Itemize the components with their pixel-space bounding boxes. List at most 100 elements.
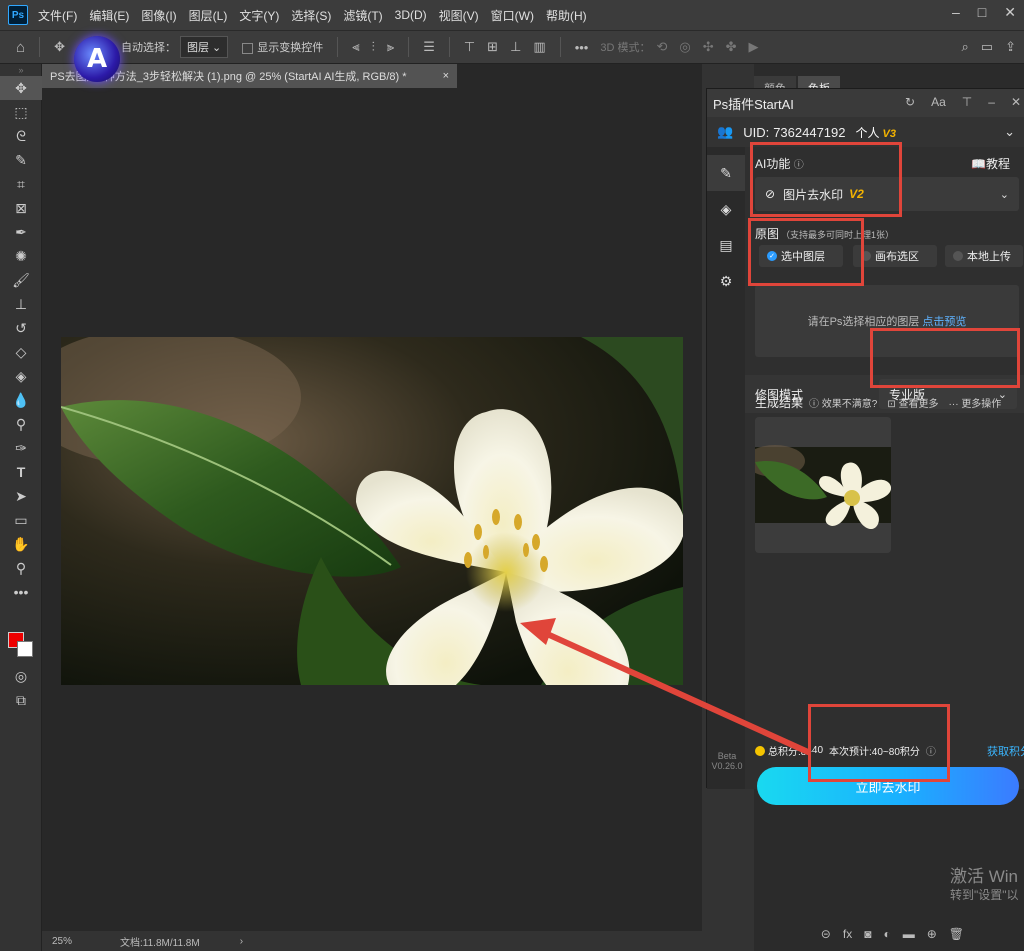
minimize-button[interactable]: – (952, 4, 960, 21)
flower-image[interactable] (61, 337, 683, 685)
menu-image[interactable]: 图像(I) (141, 7, 176, 24)
startai-avatar-icon[interactable]: A (74, 36, 120, 82)
align-top-icon[interactable]: ⊤ (464, 39, 475, 55)
crop-tool-icon[interactable]: ⌗ (0, 172, 42, 196)
menu-window[interactable]: 窗口(W) (491, 7, 534, 24)
move-tool-icon[interactable]: ✥ (0, 76, 42, 100)
3d-slide-icon[interactable]: ✤ (726, 39, 737, 55)
fx-icon[interactable]: fx (843, 927, 852, 941)
edit-toolbar-icon[interactable]: ••• (0, 580, 42, 604)
show-transform-checkbox[interactable]: 显示变换控件 (242, 39, 323, 55)
gear-icon[interactable]: ⚙ (707, 263, 745, 299)
blur-tool-icon[interactable]: 💧 (0, 388, 42, 412)
result-actions-link[interactable]: ··· 更多操作 (949, 395, 1002, 410)
document-icon[interactable]: ▤ (707, 227, 745, 263)
menu-layer[interactable]: 图层(L) (189, 7, 228, 24)
align-middle-icon[interactable]: ⊞ (487, 39, 498, 55)
screen-mode-icon[interactable]: ⧉ (0, 688, 42, 712)
refresh-icon[interactable]: ↻ (905, 95, 915, 109)
home-icon[interactable]: ⌂ (16, 39, 25, 56)
stamp-tool-icon[interactable]: ⊥ (0, 292, 42, 316)
folder-icon[interactable]: ▬ (903, 927, 915, 941)
trash-icon[interactable]: 🗑 (949, 927, 964, 941)
mode-3d-label: 3D 模式： (600, 42, 651, 54)
paint-bucket-tool-icon[interactable]: ◈ (0, 364, 42, 388)
layer-select[interactable]: 图层 ⌄ (179, 36, 229, 58)
search-icon[interactable]: ⌕ (962, 39, 969, 55)
distribute-icon[interactable]: ☰ (423, 39, 435, 55)
dodge-tool-icon[interactable]: ⚲ (0, 412, 42, 436)
panel-collapse-icon[interactable]: » (0, 64, 42, 76)
menu-select[interactable]: 选择(S) (291, 7, 331, 24)
3d-roll-icon[interactable]: ◎ (679, 39, 690, 55)
distribute-vertical-icon[interactable]: ▥ (533, 39, 545, 55)
align-left-icon[interactable]: ⫷ (352, 39, 359, 55)
mask-icon[interactable]: ◙ (864, 927, 871, 941)
align-center-icon[interactable]: ⫶ (372, 39, 375, 55)
3d-camera-icon[interactable]: ▶ (749, 39, 759, 55)
hand-tool-icon[interactable]: ✋ (0, 532, 42, 556)
3d-orbit-icon[interactable]: ⟲ (656, 39, 667, 55)
background-color-swatch[interactable] (17, 641, 33, 657)
status-chevron-icon[interactable]: › (240, 936, 243, 947)
menu-type[interactable]: 文字(Y) (239, 7, 279, 24)
lasso-tool-icon[interactable]: ᘓ (0, 124, 42, 148)
menu-view[interactable]: 视图(V) (439, 7, 479, 24)
layers-icon[interactable]: ◈ (707, 191, 745, 227)
layers-footer: ⊝ fx ◙ ◐ ▬ ⊕ 🗑 (754, 922, 1024, 946)
align-bottom-icon[interactable]: ⊥ (510, 39, 521, 55)
source-local-upload[interactable]: 本地上传 (945, 245, 1023, 267)
zoom-level[interactable]: 25% (52, 936, 72, 947)
new-layer-icon[interactable]: ⊕ (927, 927, 937, 941)
font-size-icon[interactable]: Aa (931, 95, 946, 109)
adjustment-icon[interactable]: ◐ (883, 927, 890, 941)
rectangle-tool-icon[interactable]: ▭ (0, 508, 42, 532)
edit-icon[interactable]: ✎ (707, 155, 745, 191)
brush-tool-icon[interactable]: 🖌 (0, 268, 42, 292)
marquee-tool-icon[interactable]: ⬚ (0, 100, 42, 124)
share-icon[interactable]: ⇪ (1005, 39, 1016, 55)
close-tab-icon[interactable]: × (443, 70, 449, 82)
preview-link[interactable]: 点击预览 (922, 313, 966, 329)
pen-tool-icon[interactable]: ✑ (0, 436, 42, 460)
version-info: Beta V0.26.0 (711, 751, 743, 771)
menu-edit[interactable]: 编辑(E) (89, 7, 129, 24)
eyedropper-tool-icon[interactable]: ✒ (0, 220, 42, 244)
type-tool-icon[interactable]: T (0, 460, 42, 484)
close-window-button[interactable]: ✕ (1004, 4, 1016, 21)
menu-3d[interactable]: 3D(D) (395, 8, 427, 22)
menu-filter[interactable]: 滤镜(T) (343, 7, 382, 24)
chevron-down-icon[interactable]: ⌄ (1004, 124, 1015, 140)
tutorial-link[interactable]: 📖教程 (971, 155, 1010, 172)
frame-tool-icon[interactable]: ⊠ (0, 196, 42, 220)
activation-watermark-sub: 转到"设置"以 (950, 888, 1019, 902)
align-right-icon[interactable]: ⫸ (387, 39, 394, 55)
3d-pan-icon[interactable]: ✣ (703, 39, 714, 55)
more-options-icon[interactable]: ••• (575, 40, 589, 55)
path-select-tool-icon[interactable]: ➤ (0, 484, 42, 508)
quick-select-tool-icon[interactable]: ✎ (0, 148, 42, 172)
get-credits-link[interactable]: 获取积分 (987, 743, 1024, 759)
history-brush-tool-icon[interactable]: ↺ (0, 316, 42, 340)
menu-help[interactable]: 帮助(H) (546, 7, 587, 24)
source-canvas-selection[interactable]: 画布选区 (853, 245, 937, 267)
healing-brush-tool-icon[interactable]: ✺ (0, 244, 42, 268)
close-plugin-icon[interactable]: ✕ (1011, 95, 1021, 109)
move-tool-icon[interactable]: ✥ (54, 39, 65, 55)
collapse-icon[interactable]: – (988, 95, 995, 109)
result-more-link[interactable]: ⊡ 查看更多 (887, 395, 938, 410)
uid-value: 7362447192 (773, 124, 846, 140)
eraser-tool-icon[interactable]: ◇ (0, 340, 42, 364)
pin-icon[interactable]: ⊤ (962, 95, 972, 109)
zoom-tool-icon[interactable]: ⚲ (0, 556, 42, 580)
result-unsatisfied[interactable]: ⓘ 效果不满意? (809, 395, 877, 410)
result-thumbnail[interactable] (755, 417, 891, 553)
chevron-down-icon: ⌄ (999, 188, 1009, 201)
book-icon: 📖 (971, 157, 986, 171)
quick-mask-icon[interactable]: ◎ (0, 664, 42, 688)
maximize-button[interactable]: □ (978, 4, 986, 21)
workspace-icon[interactable]: ▭ (981, 39, 993, 55)
link-icon[interactable]: ⊝ (821, 927, 831, 941)
menu-file[interactable]: 文件(F) (38, 7, 77, 24)
highlight-source (748, 218, 864, 286)
